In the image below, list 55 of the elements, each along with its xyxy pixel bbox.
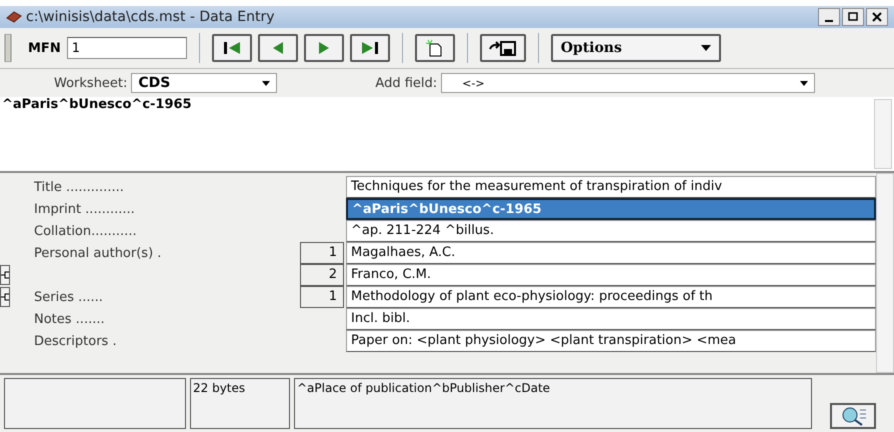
minimize-icon [825, 20, 833, 22]
scrollbar[interactable] [876, 173, 894, 373]
field-value[interactable]: Incl. bibl. [346, 308, 876, 330]
new-record-button[interactable] [414, 34, 455, 62]
next-record-button[interactable] [304, 34, 344, 62]
field-size: 22 bytes [190, 378, 290, 429]
field-value[interactable]: Techniques for the measurement of transpiration of indiv [346, 176, 876, 198]
occurrence-number: 2 [300, 264, 344, 286]
grip-icon [4, 34, 12, 62]
options-dropdown[interactable]: Options [550, 34, 721, 62]
save-record-button[interactable] [480, 34, 526, 62]
worksheet-dropdown[interactable]: CDS [131, 73, 278, 93]
occurrence-number: 1 [300, 286, 344, 308]
field-value[interactable]: Methodology of plant eco-physiology: proceedings of th [346, 286, 876, 308]
field-label: Title .............. [34, 180, 124, 194]
field-value[interactable]: Paper on: <plant physiology> <plant transpiration> <mea [346, 330, 876, 352]
field-label: Personal author(s) . [34, 246, 162, 260]
field-label: Imprint ............ [34, 202, 135, 216]
app-icon [6, 10, 22, 24]
add-field-dropdown[interactable]: <-> [441, 73, 816, 93]
close-button[interactable] [866, 8, 888, 26]
save-icon [488, 39, 518, 57]
minimize-button[interactable] [818, 8, 840, 26]
field-value[interactable]: Magalhaes, A.C. [346, 242, 876, 264]
scrollbar[interactable] [874, 99, 892, 169]
previous-record-button[interactable] [258, 34, 298, 62]
dropdown-arrow-icon [700, 45, 711, 51]
search-button[interactable] [830, 403, 876, 429]
field-value[interactable]: Franco, C.M. [346, 264, 876, 286]
worksheet-label: Worksheet: [54, 76, 128, 90]
field-hint: ^aPlace of publication^bPublisher^cDate [294, 378, 812, 429]
window-title: c:\winisis\data\cds.mst - Data Entry [26, 9, 275, 25]
mfn-label: MFN [28, 40, 61, 56]
dropdown-arrow-icon [262, 80, 270, 86]
field-label: Series ...... [34, 290, 103, 304]
add-occurrence-icon [1, 271, 9, 279]
close-icon [872, 12, 882, 22]
field-label: Collation........... [34, 224, 137, 238]
editor-text: ^aParis^bUnesco^c-1965 [1, 97, 192, 112]
mfn-field[interactable]: 1 [66, 37, 187, 59]
last-record-button[interactable] [350, 34, 390, 62]
add-occurrence-button[interactable] [0, 265, 10, 285]
maximize-icon [848, 12, 858, 22]
dropdown-arrow-icon [800, 80, 808, 86]
field-label: Notes ....... [34, 312, 105, 326]
field-value[interactable]: ^ap. 211-224 ^billus. [346, 220, 876, 242]
field-value[interactable]: ^aParis^bUnesco^c-1965 [346, 198, 876, 220]
field-editor[interactable]: ^aParis^bUnesco^c-1965 [0, 97, 894, 173]
field-label: Descriptors . [34, 334, 117, 348]
first-record-button[interactable] [212, 34, 252, 62]
occurrence-number: 1 [300, 242, 344, 264]
add-field-label: Add field: [375, 76, 438, 90]
maximize-button[interactable] [842, 8, 864, 26]
add-occurrence-button[interactable] [0, 287, 10, 307]
add-occurrence-icon [1, 293, 9, 301]
